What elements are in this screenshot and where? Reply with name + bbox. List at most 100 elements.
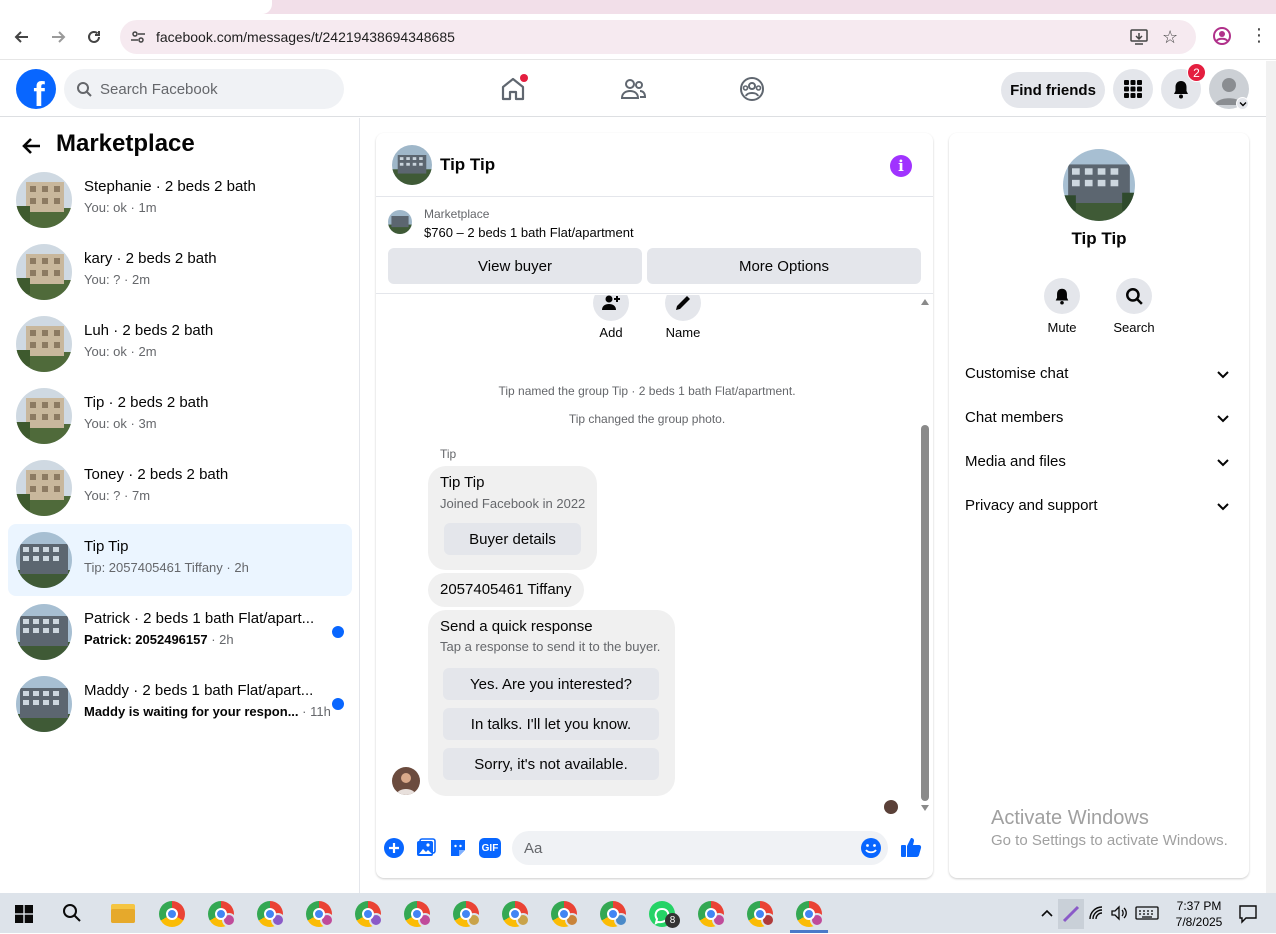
listing-banner: Marketplace $760 – 2 beds 1 bath Flat/ap… (376, 198, 933, 294)
search-placeholder: Search Facebook (100, 81, 218, 98)
chat-avatar[interactable] (392, 145, 432, 185)
conversation-item[interactable]: kary · 2 beds 2 bath You: ? · 2m (8, 236, 352, 308)
reload-icon[interactable] (82, 25, 106, 49)
chat-title[interactable]: Tip Tip (440, 155, 495, 175)
building-photo (16, 460, 72, 516)
conversation-item[interactable]: Tip · 2 beds 2 bath You: ok · 3m (8, 380, 352, 452)
site-settings-icon[interactable] (130, 29, 146, 50)
taskbar-search-icon[interactable] (62, 903, 82, 928)
whatsapp-icon[interactable]: 8 (649, 901, 680, 928)
volume-icon[interactable] (1110, 904, 1128, 927)
thumbs-up-icon[interactable] (900, 836, 922, 858)
home-icon[interactable] (499, 74, 528, 103)
listing-thumbnail[interactable] (388, 210, 412, 234)
facebook-logo[interactable]: f (16, 69, 56, 109)
customise-chat-row[interactable]: Customise chat (965, 362, 1233, 386)
info-icon[interactable]: i (890, 155, 912, 177)
media-and-files-row[interactable]: Media and files (965, 450, 1233, 474)
search-icon (1116, 278, 1152, 314)
back-icon[interactable] (10, 25, 34, 49)
emoji-icon[interactable] (860, 837, 882, 864)
show-hidden-icons-icon[interactable] (1040, 906, 1054, 925)
conversation-item[interactable]: Tip Tip Tip: 2057405461 Tiffany · 2h (8, 524, 352, 596)
message-scrollbar[interactable] (918, 295, 932, 817)
chrome-profile-icon[interactable] (747, 901, 775, 927)
listing-title[interactable]: $760 – 2 beds 1 bath Flat/apartment (424, 225, 634, 240)
mute-action[interactable]: Mute (1032, 278, 1092, 335)
bookmark-star-icon[interactable]: ☆ (1162, 27, 1178, 48)
search-input[interactable]: Search Facebook (64, 69, 344, 109)
chrome-profile-icon[interactable] (600, 901, 628, 927)
taskbar-clock[interactable]: 7:37 PM 7/8/2025 (1164, 898, 1234, 930)
network-icon[interactable] (1088, 905, 1104, 926)
chat-members-row[interactable]: Chat members (965, 406, 1233, 430)
gif-icon[interactable]: GIF (479, 838, 501, 858)
more-options-button[interactable]: More Options (647, 248, 921, 284)
scroll-down-icon[interactable] (921, 805, 929, 811)
conversation-preview: Patrick: 2052496157 · 2h (84, 632, 234, 647)
info-panel-avatar[interactable] (1063, 149, 1135, 221)
photo-gallery-icon[interactable] (415, 837, 437, 859)
back-arrow-icon[interactable] (20, 134, 44, 158)
conversation-preview: Maddy is waiting for your respon... · 11… (84, 704, 331, 719)
chrome-profile-icon[interactable] (306, 901, 334, 927)
pen-tray-icon[interactable] (1058, 899, 1084, 929)
install-app-icon[interactable] (1130, 28, 1148, 51)
forward-icon[interactable] (46, 25, 70, 49)
profile-icon[interactable] (1212, 26, 1232, 51)
notification-center-icon[interactable] (1238, 904, 1258, 929)
conversation-item[interactable]: Stephanie · 2 beds 2 bath You: ok · 1m (8, 164, 352, 236)
conversation-item[interactable]: Toney · 2 beds 2 bath You: ? · 7m (8, 452, 352, 524)
chrome-profile-icon[interactable] (355, 901, 383, 927)
friends-icon[interactable] (619, 75, 647, 103)
address-bar[interactable]: facebook.com/messages/t/2421943869434868… (120, 20, 1196, 54)
chrome-profile-icon[interactable] (698, 901, 726, 927)
chrome-profile-icon[interactable] (257, 901, 285, 927)
search-in-chat-action[interactable]: Search (1104, 278, 1164, 335)
windows-start-icon[interactable] (15, 905, 33, 923)
quick-response-not-available[interactable]: Sorry, it's not available. (443, 748, 659, 780)
conversation-preview: You: ok · 1m (84, 200, 157, 215)
chrome-profile-icon[interactable] (404, 901, 432, 927)
building-photo (388, 210, 412, 234)
info-panel-name: Tip Tip (1071, 229, 1127, 248)
preview-time: 11h (310, 704, 331, 719)
browser-tab-active[interactable] (0, 0, 272, 14)
sticker-icon[interactable] (447, 837, 469, 859)
find-friends-button[interactable]: Find friends (1001, 72, 1105, 108)
sender-avatar[interactable] (392, 767, 420, 795)
building-photo (16, 388, 72, 444)
menu-grid-icon[interactable] (1113, 69, 1153, 109)
quick-response-in-talks[interactable]: In talks. I'll let you know. (443, 708, 659, 740)
quick-response-yes[interactable]: Yes. Are you interested? (443, 668, 659, 700)
chrome-profile-icon[interactable] (453, 901, 481, 927)
chrome-icon[interactable] (159, 901, 185, 927)
plus-circle-icon[interactable] (383, 837, 405, 859)
chrome-profile-icon-active[interactable] (796, 901, 824, 927)
preview-text: You: ok (84, 344, 127, 359)
scrollbar-thumb[interactable] (921, 425, 929, 801)
chat-panel: Tip Tip i Marketplace $760 – 2 beds 1 ba… (376, 133, 933, 878)
chrome-profile-icon[interactable] (551, 901, 579, 927)
name-group-action[interactable]: Name (653, 295, 713, 340)
page-scrollbar[interactable] (1266, 61, 1276, 893)
scroll-up-icon[interactable] (921, 299, 929, 305)
conversation-item[interactable]: Maddy · 2 beds 1 bath Flat/apart... Maddy… (8, 668, 352, 740)
conversation-item[interactable]: Patrick · 2 beds 1 bath Flat/apart... Pat… (8, 596, 352, 668)
privacy-and-support-row[interactable]: Privacy and support (965, 494, 1233, 518)
view-buyer-button[interactable]: View buyer (388, 248, 642, 284)
unread-dot (332, 698, 344, 710)
keyboard-icon[interactable] (1135, 905, 1159, 926)
conversation-item[interactable]: Luh · 2 beds 2 bath You: ok · 2m (8, 308, 352, 380)
buyer-details-button[interactable]: Buyer details (444, 523, 581, 555)
url-text[interactable]: facebook.com/messages/t/2421943869434868… (156, 29, 455, 45)
file-explorer-icon[interactable] (111, 904, 135, 923)
message-input[interactable]: Aa (512, 831, 888, 865)
chrome-profile-icon[interactable] (208, 901, 236, 927)
groups-icon[interactable] (738, 75, 766, 103)
message-bubble[interactable]: 2057405461 Tiffany (428, 573, 584, 607)
add-people-action[interactable]: Add (581, 295, 641, 340)
account-chevron-icon[interactable] (1236, 97, 1249, 110)
chrome-profile-icon[interactable] (502, 901, 530, 927)
browser-menu-icon[interactable]: ⋮ (1250, 26, 1268, 44)
